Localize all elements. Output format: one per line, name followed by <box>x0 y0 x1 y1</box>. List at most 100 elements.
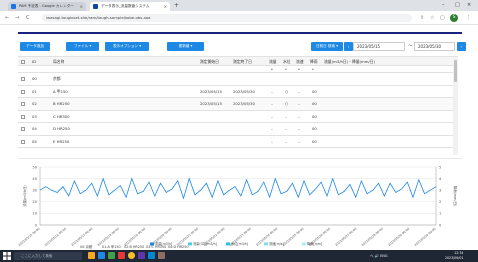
legend-swatch <box>188 242 192 246</box>
table-row[interactable]: 04 D HR250 – – – 00 <box>18 123 458 136</box>
y-tick-label: 20 <box>32 200 37 204</box>
legend-swatch <box>226 242 230 246</box>
table-row[interactable]: 02 B HR250 2023/05/15 2023/05/30 – ○ – 00 <box>18 98 458 111</box>
table-cell-level: ○ <box>285 101 289 106</box>
table-cell-id: 02 <box>32 101 37 106</box>
table-cell-rain: 00 <box>312 101 317 106</box>
legend-swatch <box>302 242 306 246</box>
x-tick-label: 2023/05/25 00:00 <box>281 227 304 247</box>
legend-label: 降雨[mm] <box>307 241 322 246</box>
station-table: ID 局名称 測定開始日 測定終了日 流量 水位 流速 降雨 流量(m3/h日)… <box>18 56 458 156</box>
display-options-button[interactable]: 表示オプション ▾ <box>105 42 149 51</box>
table-cell-id: 00 <box>32 76 37 81</box>
x-tick-label: 2023/05/16 00:00 <box>44 227 67 247</box>
table-cell-flow: – <box>271 113 273 119</box>
table-cell-name: D HR250 <box>53 126 70 131</box>
minimize-button[interactable]: – <box>442 1 445 9</box>
table-cell-name: B HR250 <box>53 101 70 106</box>
date-range-separator: 〜 <box>408 44 413 49</box>
system-tray[interactable]: ヘ 🔊 ENG <box>370 252 388 260</box>
date-range-selector[interactable]: 日前日 検索 ▾ <box>311 42 343 51</box>
y2-tick-label: 5 <box>439 165 441 169</box>
row-checkbox[interactable] <box>21 89 25 94</box>
app-icon[interactable] <box>158 252 165 259</box>
row-checkbox[interactable] <box>21 127 25 131</box>
date-to-input[interactable]: 2023/05/30 <box>414 42 455 51</box>
calendar-favicon-icon <box>11 4 16 9</box>
table-row[interactable]: 03 C HR350 – – – 00 <box>18 111 458 123</box>
table-cell-speed: – <box>298 88 300 94</box>
timeseries-chart: 50 5 40 4 30 3 20 2 10 1 0 0 流量(m3/h日) 降雨(mm/日) 2023/0… <box>18 158 462 248</box>
outlook-icon[interactable] <box>148 252 155 259</box>
forward-button[interactable]: → <box>15 14 19 22</box>
close-window-button[interactable]: × <box>467 1 471 9</box>
table-cell-flow: – <box>271 126 273 131</box>
prev-date-button[interactable]: ‹ <box>344 42 353 51</box>
windows-taskbar: ここに入力して検索 ヘ 🔊 ENG 12:34 2023/06/01 <box>0 250 478 262</box>
next-date-button[interactable]: › <box>457 42 466 51</box>
clock-date: 2023/06/01 <box>445 256 464 260</box>
excel-icon[interactable] <box>108 252 115 259</box>
file-menu-button[interactable]: ファイル ▾ <box>66 42 99 51</box>
row-checkbox[interactable] <box>21 102 25 106</box>
close-tab-icon[interactable]: × <box>80 4 83 9</box>
x-tick-label: 2023/05/29 00:00 <box>387 227 410 247</box>
taskbar-clock[interactable]: 12:34 2023/06/01 <box>445 251 463 261</box>
series-line <box>39 177 437 200</box>
chrome-icon[interactable] <box>128 252 135 259</box>
edge-browser-icon[interactable] <box>98 252 105 259</box>
table-cell-speed: – <box>298 113 300 119</box>
table-row[interactable]: 00 京都 <box>18 73 458 86</box>
table-scrollbar-thumb[interactable] <box>454 60 457 82</box>
add-data-button[interactable]: データ追加 <box>20 42 50 51</box>
table-row[interactable]: 05 E HR250 – – – 00 <box>18 136 458 148</box>
row-checkbox[interactable] <box>21 114 25 119</box>
table-cell-name: E HR250 <box>53 138 70 144</box>
file-explorer-icon[interactable] <box>88 252 95 259</box>
y-tick-label: 40 <box>32 177 37 181</box>
app-favicon-icon <box>93 4 98 9</box>
table-cell-name: A 甲150 <box>53 88 68 94</box>
table-cell-rain: 00 <box>312 113 317 119</box>
x-tick-label: 2023/05/30 00:00 <box>413 227 436 247</box>
url-field[interactable]: iwasagi.tougloset.site/ram/tough-sample/… <box>42 14 412 22</box>
refresh-values-button[interactable]: 更新値 ▾ <box>167 42 204 51</box>
table-cell-flow: – <box>271 88 273 94</box>
header-accent-bar <box>18 32 462 34</box>
y2-tick-label: 0 <box>439 223 442 227</box>
taskbar-search-input[interactable]: ここに入力して検索 <box>14 252 82 260</box>
legend-swatch <box>264 242 268 246</box>
date-from-input[interactable]: 2023/05/15 <box>353 42 405 51</box>
table-cell-end: 2023/05/30 <box>233 101 255 106</box>
app-icon[interactable] <box>118 252 125 259</box>
share-icon[interactable]: ⇪ <box>420 14 424 22</box>
table-cell-rain: 00 <box>312 126 317 131</box>
extension-icon[interactable]: ▢ <box>440 14 445 22</box>
table-row[interactable]: 01 A 甲150 2023/05/15 2023/05/30 – ○ – 00 <box>18 86 458 98</box>
back-button[interactable]: ← <box>5 14 9 22</box>
tab-title: データ表示_流量数値システム <box>101 4 150 8</box>
address-bar: ← → C iwasagi.tougloset.site/ram/tough-s… <box>0 11 478 25</box>
table-cell-level: – <box>285 126 287 131</box>
close-tab-icon[interactable]: × <box>164 4 167 9</box>
table-cell-level: ○ <box>285 88 289 94</box>
menu-kebab-icon[interactable]: ⋮ <box>466 14 471 22</box>
bookmark-star-icon[interactable]: ☆ <box>430 14 434 22</box>
table-cell-start: 2023/05/15 <box>200 101 222 106</box>
row-checkbox[interactable] <box>21 139 25 144</box>
select-all-checkbox[interactable] <box>21 60 25 64</box>
maximize-button[interactable]: □ <box>455 1 460 9</box>
table-cell-flow: – <box>271 101 273 106</box>
windows-start-icon[interactable] <box>3 252 11 260</box>
profile-avatar[interactable]: S <box>450 14 458 22</box>
row-checkbox[interactable] <box>21 77 25 81</box>
reload-button[interactable]: C <box>26 14 30 22</box>
table-cell-speed: – <box>298 126 300 131</box>
browser-tab-calendar[interactable]: PAM 予定表 - Google カレンダー × <box>8 2 86 11</box>
browser-tab-data[interactable]: データ表示_流量数値システム × <box>90 2 170 11</box>
x-tick-label: 2023/05/28 00:00 <box>361 227 384 247</box>
table-cell-id: 05 <box>32 138 37 144</box>
teams-icon[interactable] <box>138 252 145 259</box>
legend-label: 水位[m3/h] <box>231 241 248 246</box>
new-tab-button[interactable]: + <box>174 2 179 10</box>
